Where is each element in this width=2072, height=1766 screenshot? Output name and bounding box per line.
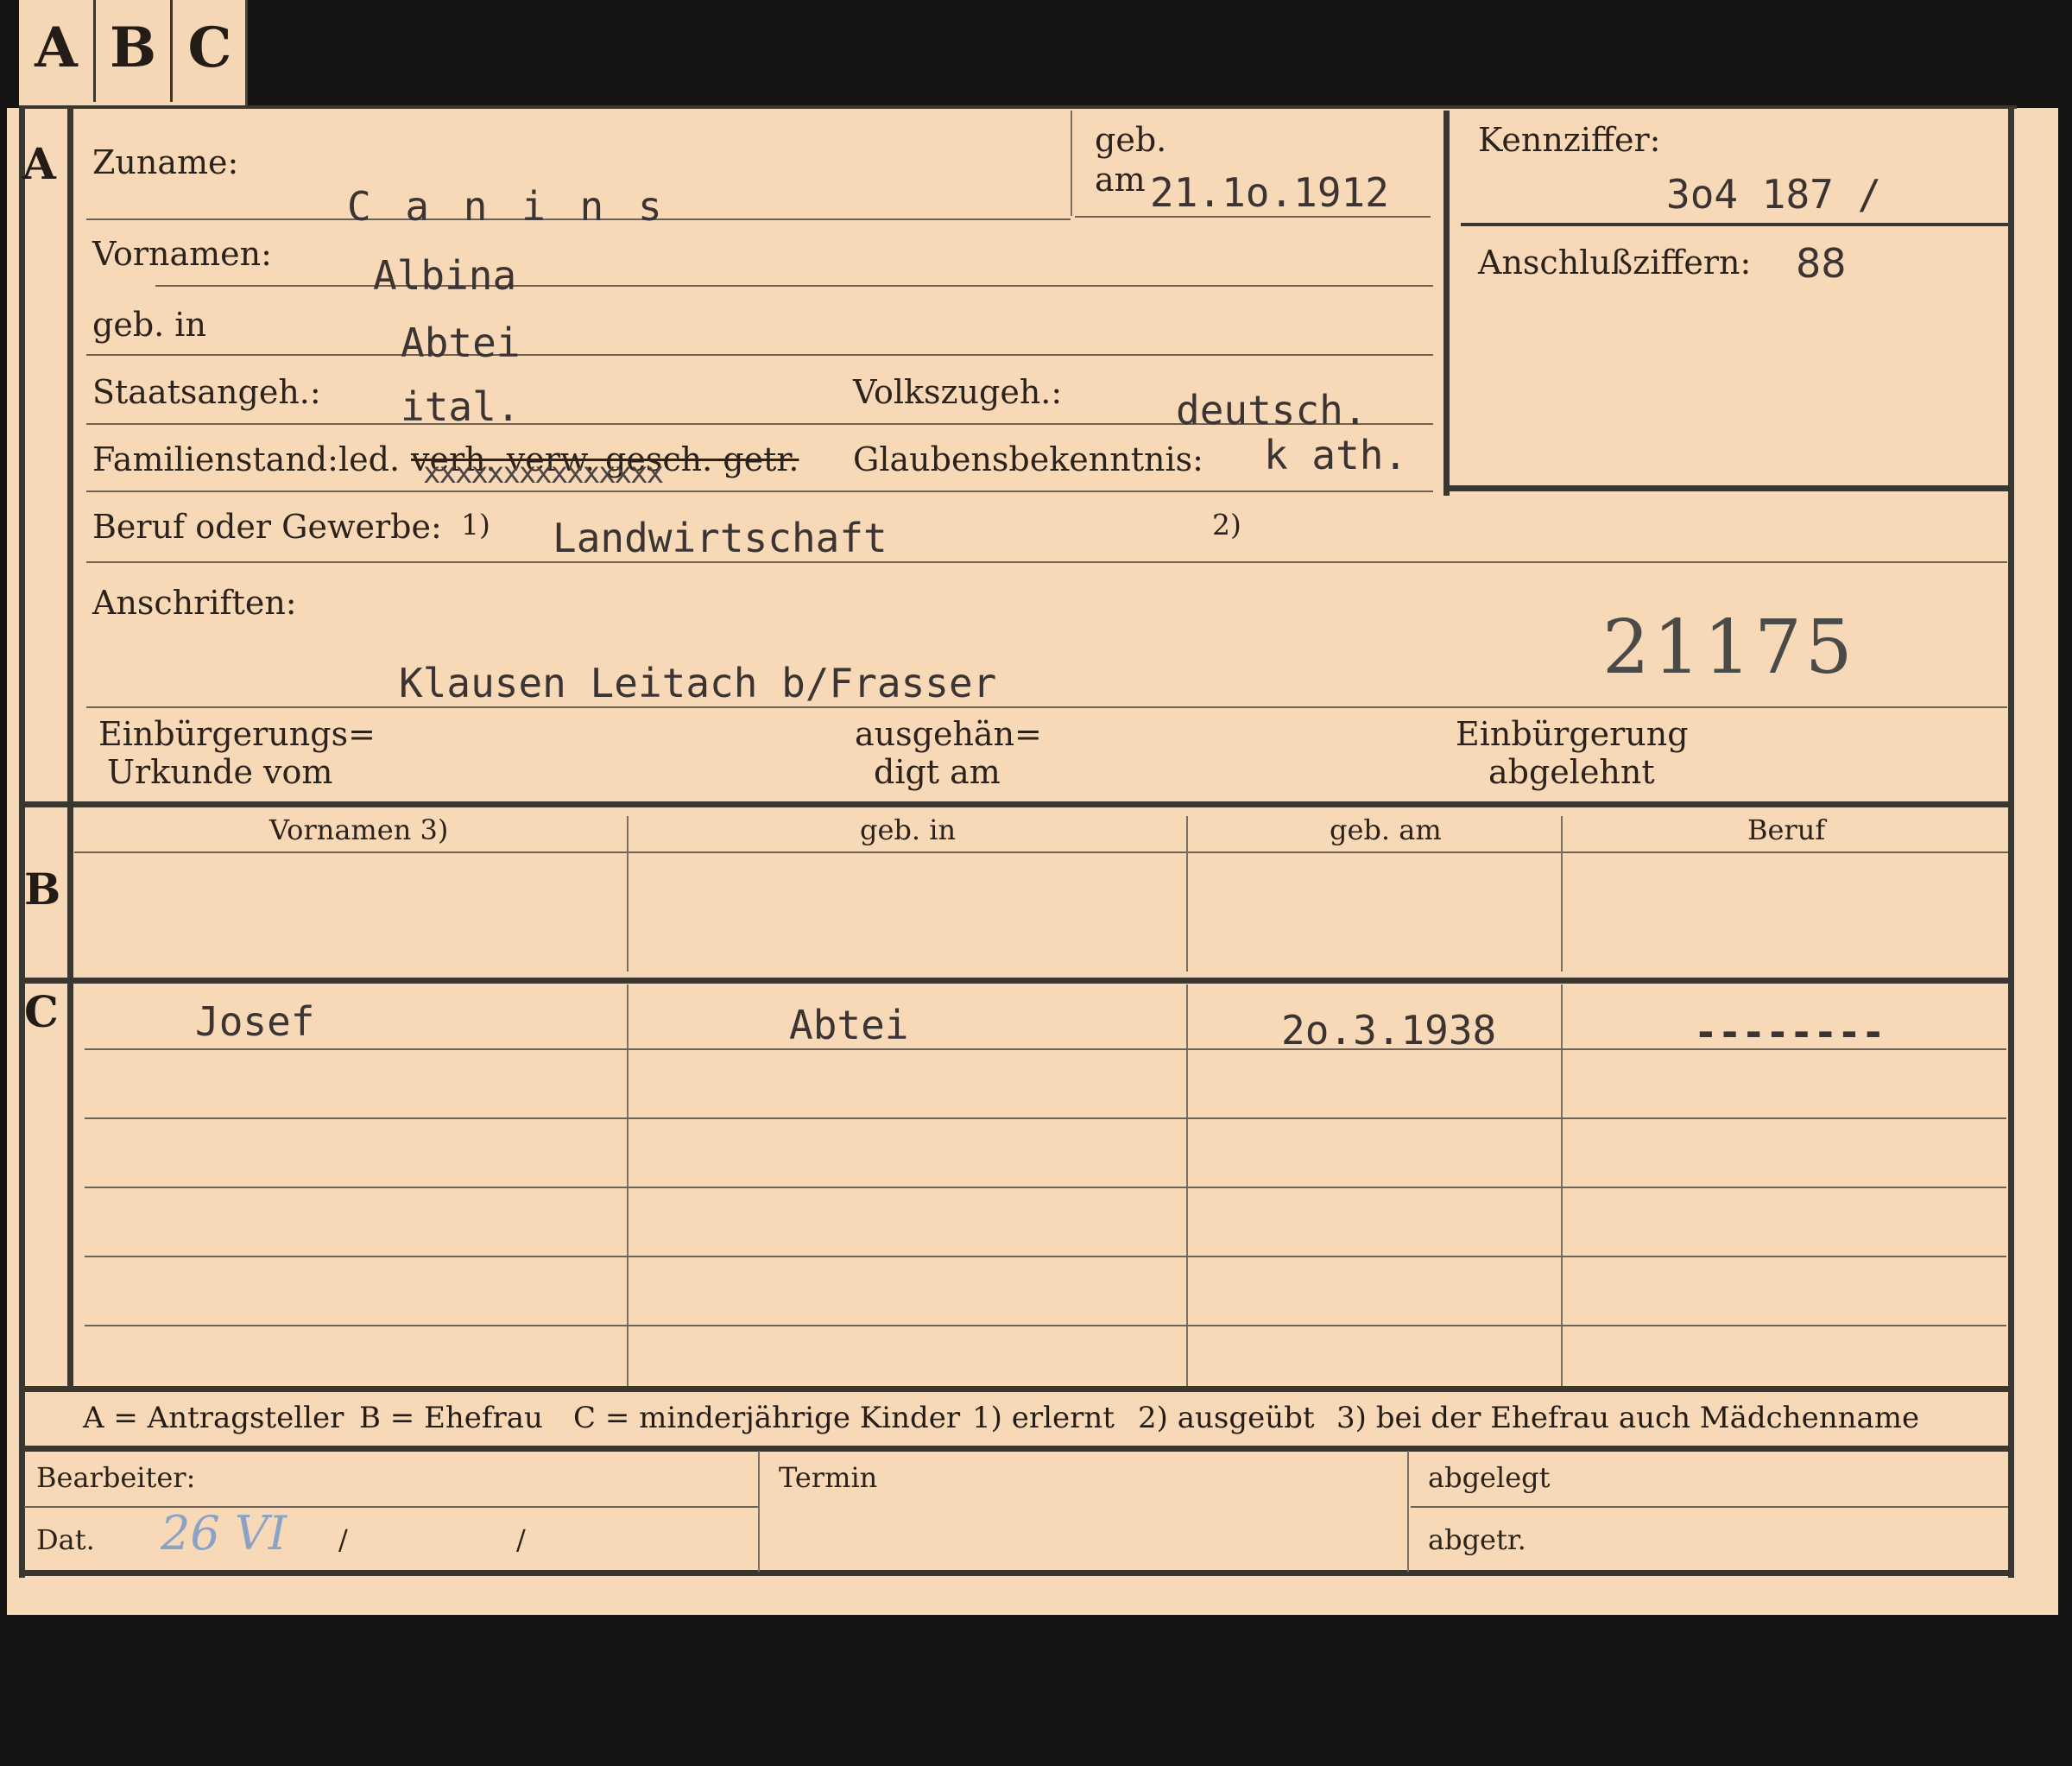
id-box-left xyxy=(1443,111,1450,496)
section-gutter-line xyxy=(67,105,73,1388)
ethnicity-value: deutsch. xyxy=(1176,387,1368,434)
first-names-value: Albina xyxy=(373,252,517,299)
frame-bottom xyxy=(19,1570,2014,1576)
file-number-stamp: 21175 xyxy=(1602,604,1856,691)
transferred-label: abgetr. xyxy=(1428,1523,1526,1556)
address-value: Klausen Leitach b/Frasser xyxy=(399,660,997,706)
date-slash-1: / xyxy=(338,1523,348,1556)
spouse-col-birthplace: geb. in xyxy=(860,813,957,846)
index-tab: A B C xyxy=(19,0,248,105)
legend-top xyxy=(19,1386,2014,1392)
naturalization-rejected-label-1: Einbürgerung xyxy=(1456,715,1689,753)
legend-footnote-2: 2) ausgeübt xyxy=(1138,1401,1315,1435)
child-1-occupation: -------- xyxy=(1694,1009,1886,1055)
handed-over-label-1: ausgehän= xyxy=(855,715,1042,753)
frame-right xyxy=(2008,105,2014,1578)
code-label: Kennziffer: xyxy=(1478,121,1661,159)
dob-label-geb: geb. xyxy=(1095,121,1167,159)
sub-code-label: Anschlußziffern: xyxy=(1478,244,1752,282)
surname-label: Zuname: xyxy=(92,143,239,181)
marital-label: Familienstand: xyxy=(92,440,338,478)
surname-value: C a n i n s xyxy=(347,183,667,230)
section-c-top xyxy=(19,978,2014,984)
footnote-2-marker: 2) xyxy=(1212,508,1241,541)
occupation-label: Beruf oder Gewerbe: xyxy=(92,508,442,546)
sub-code-value: 88 xyxy=(1796,240,1847,287)
tab-a: A xyxy=(35,16,78,80)
birthplace-value: Abtei xyxy=(401,320,521,366)
naturalization-rejected-label-2: abgelehnt xyxy=(1488,753,1655,791)
marital-overtype: xxxxxxxxxxxxxxx xyxy=(423,456,664,491)
citizenship-value: ital. xyxy=(401,383,521,430)
legend-c: C = minderjährige Kinder xyxy=(573,1401,961,1435)
dob-label-am: am xyxy=(1095,161,1146,199)
marital-single: led. xyxy=(338,440,401,478)
footnote-1-marker: 1) xyxy=(461,508,490,541)
legend-footnote-1: 1) erlernt xyxy=(972,1401,1115,1435)
naturalization-cert-label-2: Urkunde vom xyxy=(107,753,333,791)
spouse-col-first-names: Vornamen 3) xyxy=(269,813,449,846)
ethnicity-label: Volkszugeh.: xyxy=(853,373,1063,411)
clerk-label: Bearbeiter: xyxy=(36,1461,196,1494)
first-names-label: Vornamen: xyxy=(92,235,272,273)
spouse-col-occupation: Beruf xyxy=(1747,813,1826,846)
frame-left xyxy=(19,105,25,1578)
date-handwritten: 26 VI xyxy=(161,1506,287,1560)
handed-over-label-2: digt am xyxy=(874,753,1001,791)
birthplace-label: geb. in xyxy=(92,306,206,344)
address-label: Anschriften: xyxy=(92,584,297,622)
religion-label: Glaubensbekenntnis: xyxy=(853,440,1203,478)
naturalization-cert-label-1: Einbürgerungs= xyxy=(98,715,376,753)
section-b-marker: B xyxy=(24,864,61,915)
section-b-top xyxy=(19,801,2014,807)
religion-value: k ath. xyxy=(1264,432,1408,478)
legend-b: B = Ehefrau xyxy=(359,1401,543,1435)
filed-label: abgelegt xyxy=(1428,1461,1551,1494)
citizenship-label: Staatsangeh.: xyxy=(92,373,321,411)
spouse-col-dob: geb. am xyxy=(1330,813,1442,846)
deadline-label: Termin xyxy=(779,1461,878,1494)
tab-b: B xyxy=(109,16,157,80)
date-slash-2: / xyxy=(516,1523,526,1556)
child-1-dob: 2o.3.1938 xyxy=(1281,1007,1497,1054)
occupation-value: Landwirtschaft xyxy=(553,515,888,561)
section-a-marker: A xyxy=(22,138,56,189)
date-label: Dat. xyxy=(36,1523,95,1556)
section-c-marker: C xyxy=(24,986,59,1037)
child-1-name: Josef xyxy=(195,998,315,1045)
legend-a: A = Antragsteller xyxy=(83,1401,344,1435)
legend-footnote-3: 3) bei der Ehefrau auch Mädchenname xyxy=(1336,1401,1920,1435)
tab-c: C xyxy=(187,16,232,80)
legend-bottom xyxy=(19,1446,2014,1452)
code-value: 3o4 187 / xyxy=(1666,171,1882,218)
dob-value: 21.1o.1912 xyxy=(1150,169,1389,216)
child-1-birthplace: Abtei xyxy=(789,1002,909,1048)
id-box-bottom xyxy=(1443,485,2008,491)
frame-top xyxy=(19,105,2017,109)
